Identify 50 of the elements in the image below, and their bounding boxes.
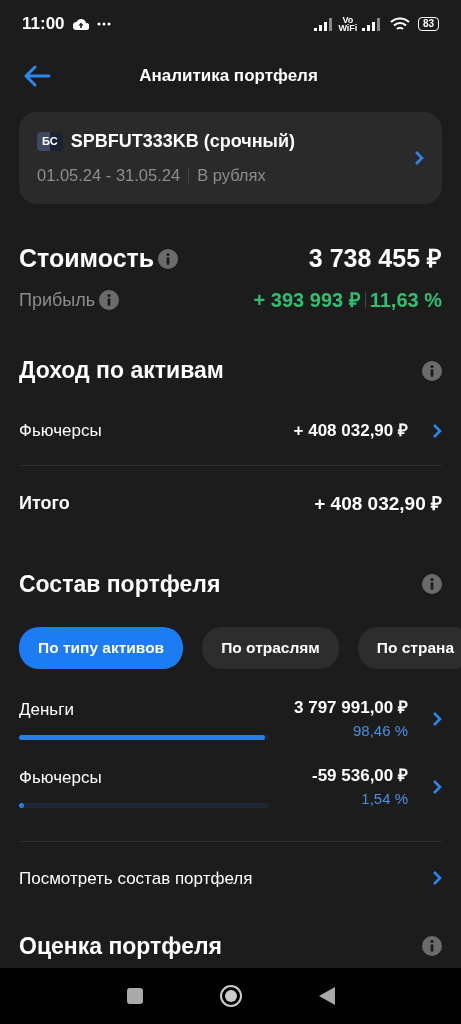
- cloud-upload-icon: [72, 18, 89, 30]
- signal-icon: [313, 17, 334, 31]
- section-title: Состав портфеля: [19, 569, 221, 599]
- recent-apps-icon[interactable]: [125, 987, 144, 1005]
- status-time: 11:00: [22, 13, 65, 36]
- filter-tab[interactable]: По страна: [357, 627, 461, 669]
- profit-percent: 11,63 %: [369, 288, 442, 314]
- info-icon[interactable]: [422, 936, 442, 957]
- asset-amount: -59 536,00 ₽: [312, 764, 408, 787]
- asset-share: 1,54 %: [360, 789, 408, 809]
- asset-label: Деньги: [19, 699, 75, 722]
- home-icon[interactable]: [218, 984, 243, 1008]
- asset-amount: 3 797 991,00 ₽: [294, 696, 408, 719]
- info-icon[interactable]: [422, 360, 442, 381]
- section-title: Доход по активам: [19, 356, 224, 386]
- period-label: 01.05.24 - 31.05.24: [37, 165, 181, 186]
- signal-icon: [361, 17, 382, 31]
- asset-label: Фьючерсы: [19, 767, 103, 790]
- chevron-right-icon[interactable]: [432, 710, 442, 727]
- section-title: Оценка портфеля: [19, 932, 222, 961]
- back-arrow-icon[interactable]: [23, 65, 51, 87]
- portfolio-composition-link[interactable]: Посмотреть состав портфеля: [19, 865, 253, 891]
- vowifi-label: Vo WiFi: [337, 15, 358, 33]
- more-icon: [96, 22, 111, 26]
- wifi-icon: [389, 16, 410, 32]
- battery-indicator: 83: [417, 17, 439, 31]
- info-icon[interactable]: [422, 574, 442, 594]
- screen-title: Аналитика портфеля: [138, 65, 319, 88]
- back-icon[interactable]: [317, 986, 336, 1006]
- chevron-right-icon[interactable]: [432, 422, 442, 439]
- filter-tab[interactable]: По типу активов: [19, 627, 184, 669]
- chevron-right-icon[interactable]: [432, 778, 442, 795]
- total-amount: + 408 032,90 ₽: [314, 492, 442, 517]
- profit-amount: + 393 993 ₽: [253, 288, 361, 314]
- info-icon[interactable]: [158, 248, 179, 269]
- account-name: SPBFUT333KB (срочный): [70, 130, 296, 153]
- broker-logo: БС: [37, 132, 63, 151]
- asset-income: + 408 032,90 ₽: [293, 419, 408, 442]
- value-label: Стоимость: [19, 242, 155, 274]
- portfolio-value: 3 738 455 ₽: [308, 242, 442, 274]
- asset-label: Фьючерсы: [19, 419, 102, 442]
- account-card[interactable]: БС SPBFUT333KB (срочный) 01.05.24 - 31.05.24 В рублях: [19, 112, 442, 204]
- chevron-right-icon[interactable]: [432, 870, 442, 887]
- info-icon[interactable]: [99, 290, 120, 311]
- total-label: Итого: [19, 492, 70, 516]
- profit-label: Прибыль: [19, 288, 96, 312]
- asset-share: 98,46 %: [351, 721, 408, 741]
- chevron-right-icon: [414, 149, 424, 166]
- filter-tab[interactable]: По отраслям: [202, 627, 339, 669]
- currency-label: В рублях: [197, 165, 266, 186]
